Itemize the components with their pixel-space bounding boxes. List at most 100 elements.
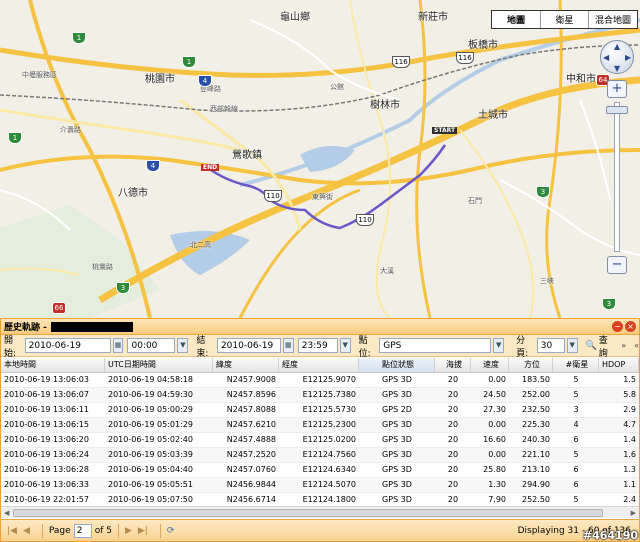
zoom-in-button[interactable]: + bbox=[607, 80, 627, 98]
highway-shield: 3 bbox=[116, 282, 130, 294]
map-label: 東興街 bbox=[312, 193, 333, 201]
map-label: 大溪 bbox=[380, 267, 394, 275]
query-button[interactable]: 🔍 查詢 bbox=[586, 333, 614, 359]
pan-control[interactable]: ▲ ▼ ◀ ▶ bbox=[600, 40, 634, 74]
page-number-input[interactable] bbox=[73, 523, 92, 538]
column-header[interactable]: 方位 bbox=[509, 358, 553, 372]
start-date-input[interactable] bbox=[24, 338, 111, 353]
highway-shield: 110 bbox=[264, 190, 282, 202]
scroll-right-icon[interactable]: ▶ bbox=[631, 507, 636, 519]
column-header[interactable]: UTC日期時間 bbox=[105, 358, 213, 372]
table-cell: 5 bbox=[573, 495, 579, 504]
table-cell: N2457.4888 bbox=[226, 435, 276, 444]
next-page-icon[interactable]: ▶ bbox=[125, 526, 132, 536]
highway-shield: 116 bbox=[456, 52, 474, 64]
map-type-satellite-button[interactable]: 衛星 bbox=[539, 11, 588, 28]
column-header[interactable]: 經度 bbox=[279, 358, 359, 372]
separator bbox=[159, 523, 161, 538]
locate-select[interactable] bbox=[379, 338, 492, 353]
column-header[interactable]: 點位狀態 bbox=[359, 358, 435, 372]
table-cell: N2456.9844 bbox=[226, 480, 276, 489]
zoom-out-button[interactable]: − bbox=[607, 256, 627, 274]
horizontal-scrollbar[interactable]: ◀ ▶ bbox=[1, 506, 639, 518]
table-cell: GPS 2D bbox=[382, 405, 412, 414]
prev-page-icon[interactable]: ◀ bbox=[23, 526, 30, 536]
table-cell: GPS 3D bbox=[382, 450, 412, 459]
start-time-input[interactable] bbox=[127, 338, 176, 353]
table-cell: 0.00 bbox=[488, 450, 506, 459]
table-cell: GPS 3D bbox=[382, 435, 412, 444]
table-cell: GPS 3D bbox=[382, 495, 412, 504]
track-grid: 本地時間 UTC日期時間 緯度 經度 點位狀態 海拔 速度 方位 #衛星 HDO… bbox=[1, 358, 639, 519]
grid-header: 本地時間 UTC日期時間 緯度 經度 點位狀態 海拔 速度 方位 #衛星 HDO… bbox=[1, 358, 639, 373]
table-cell: GPS 3D bbox=[382, 375, 412, 384]
chevron-down-icon[interactable]: ▼ bbox=[339, 338, 351, 353]
calendar-icon[interactable]: ▦ bbox=[282, 338, 294, 353]
scroll-left-icon[interactable]: ◀ bbox=[4, 507, 9, 519]
map-label: 石門 bbox=[468, 197, 482, 205]
query-toolbar: 開始: ▦ ▼ 結束: ▦ ▼ 點位: ▼ 分頁: ▼ 🔍 查詢 » « bbox=[1, 333, 639, 359]
table-row[interactable]: 2010-06-19 13:06:03 2010-06-19 04:58:18 N2… bbox=[1, 373, 639, 388]
per-page-select[interactable] bbox=[536, 338, 565, 353]
table-cell: 252.50 bbox=[522, 495, 550, 504]
pan-up-icon[interactable]: ▲ bbox=[614, 42, 620, 51]
end-marker[interactable]: END bbox=[201, 164, 220, 171]
table-row[interactable]: 2010-06-19 13:06:07 2010-06-19 04:59:30 N2… bbox=[1, 388, 639, 403]
end-date-input[interactable] bbox=[216, 338, 281, 353]
collapse-icon[interactable]: − bbox=[612, 321, 623, 332]
panel-title: 歷史軌跡 - bbox=[4, 323, 47, 333]
column-header[interactable]: 速度 bbox=[471, 358, 509, 372]
table-cell: 2010-06-19 05:01:29 bbox=[108, 420, 193, 429]
start-marker[interactable]: START bbox=[432, 127, 458, 134]
pan-right-icon[interactable]: ▶ bbox=[625, 53, 631, 62]
pan-down-icon[interactable]: ▼ bbox=[614, 64, 620, 73]
table-cell: 25.80 bbox=[483, 465, 506, 474]
table-row[interactable]: 2010-06-19 13:06:11 2010-06-19 05:00:29 N2… bbox=[1, 403, 639, 418]
table-cell: 5 bbox=[573, 390, 579, 399]
zoom-slider-handle[interactable] bbox=[606, 106, 628, 114]
map-label: 介壽路 bbox=[60, 126, 81, 134]
table-cell: 2010-06-19 13:06:07 bbox=[4, 390, 89, 399]
map-type-hybrid-button[interactable]: 混合地圖 bbox=[587, 11, 637, 28]
column-header[interactable]: 海拔 bbox=[435, 358, 471, 372]
map-label: 土城市 bbox=[478, 110, 508, 121]
zoom-slider-track[interactable] bbox=[614, 102, 620, 252]
table-row[interactable]: 2010-06-19 13:06:20 2010-06-19 05:02:40 N2… bbox=[1, 433, 639, 448]
table-cell: 2010-06-19 13:06:20 bbox=[4, 435, 89, 444]
column-header[interactable]: 本地時間 bbox=[1, 358, 105, 372]
column-header[interactable]: 緯度 bbox=[213, 358, 279, 372]
map-type-map-button[interactable]: 地圖 bbox=[491, 11, 540, 28]
table-cell: 20 bbox=[447, 450, 459, 459]
highway-shield: 3 bbox=[536, 186, 550, 198]
close-icon[interactable]: × bbox=[625, 321, 636, 332]
chevron-down-icon[interactable]: ▼ bbox=[566, 338, 578, 353]
scrollbar-thumb[interactable] bbox=[13, 509, 603, 517]
pan-left-icon[interactable]: ◀ bbox=[603, 53, 609, 62]
table-row[interactable]: 2010-06-19 13:06:24 2010-06-19 05:03:39 N2… bbox=[1, 448, 639, 463]
first-page-icon[interactable]: |◀ bbox=[7, 526, 17, 536]
table-row[interactable]: 2010-06-19 13:06:33 2010-06-19 05:05:51 N2… bbox=[1, 478, 639, 493]
fast-forward-icon[interactable]: » bbox=[621, 341, 626, 350]
column-header[interactable]: #衛星 bbox=[553, 358, 599, 372]
rewind-icon[interactable]: « bbox=[634, 341, 639, 350]
table-cell: 2010-06-19 13:06:33 bbox=[4, 480, 89, 489]
last-page-icon[interactable]: ▶| bbox=[138, 526, 148, 536]
chevron-down-icon[interactable]: ▼ bbox=[177, 338, 189, 353]
chevron-down-icon[interactable]: ▼ bbox=[493, 338, 505, 353]
map-label: 中和市 bbox=[566, 74, 596, 85]
column-header[interactable]: HDOP bbox=[599, 358, 639, 372]
search-icon: 🔍 bbox=[585, 340, 597, 351]
end-time-input[interactable] bbox=[297, 338, 338, 353]
map-label: 桃園市 bbox=[145, 74, 175, 85]
calendar-icon[interactable]: ▦ bbox=[112, 338, 124, 353]
map-view[interactable]: 龜山鄉 新莊市 板橋市 中和市 桃園市 樹林市 土城市 八德市 鶯歌鎮 中壢服務… bbox=[0, 0, 640, 318]
table-cell: 1.4 bbox=[623, 435, 636, 444]
table-row[interactable]: 2010-06-19 13:06:28 2010-06-19 05:04:40 N2… bbox=[1, 463, 639, 478]
table-cell: 6 bbox=[573, 480, 579, 489]
table-cell: 16.60 bbox=[483, 435, 506, 444]
history-track-panel: 歷史軌跡 - − × 開始: ▦ ▼ 結束: ▦ ▼ 點位: ▼ 分頁: ▼ 🔍… bbox=[0, 318, 640, 542]
table-cell: GPS 3D bbox=[382, 480, 412, 489]
table-cell: E12125.9070 bbox=[302, 375, 356, 384]
table-row[interactable]: 2010-06-19 13:06:15 2010-06-19 05:01:29 N2… bbox=[1, 418, 639, 433]
refresh-icon[interactable]: ⟳ bbox=[167, 526, 175, 536]
